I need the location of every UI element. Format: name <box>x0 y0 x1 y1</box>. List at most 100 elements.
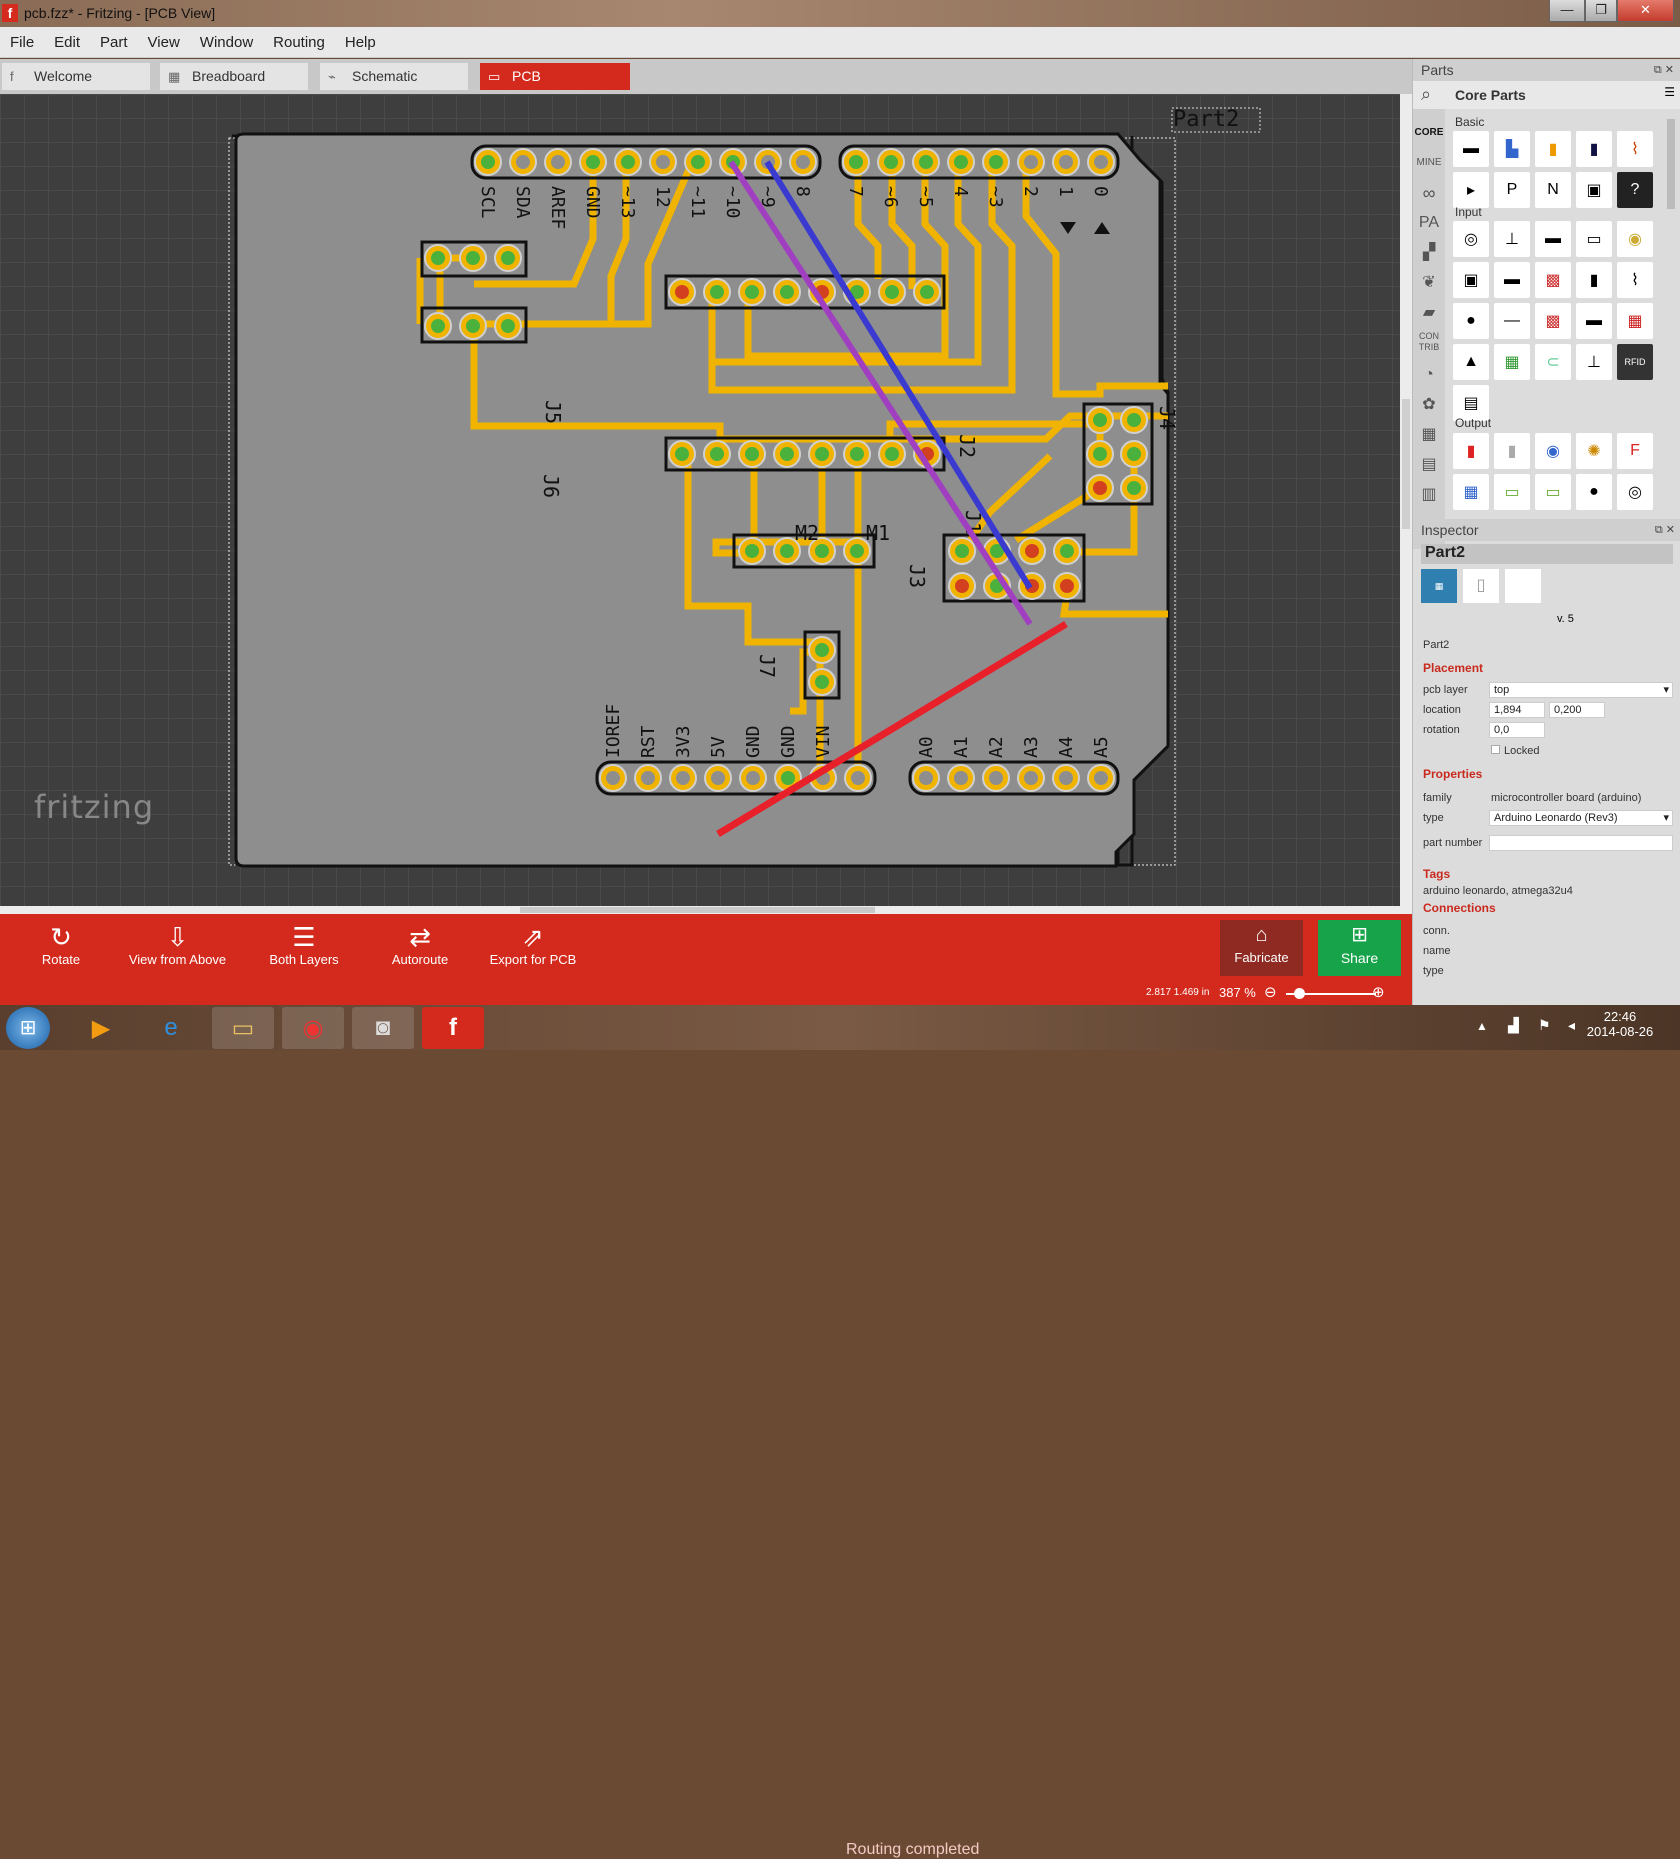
rgb-led-icon[interactable]: ◉ <box>1535 433 1571 469</box>
temp-sensor-icon[interactable]: ▲ <box>1453 344 1489 380</box>
menu-view[interactable]: View <box>138 27 190 58</box>
resistor-icon[interactable]: ▬ <box>1453 131 1489 167</box>
mosfet-icon[interactable]: ▣ <box>1576 172 1612 208</box>
tab-pcb[interactable]: ▭ PCB <box>480 63 630 90</box>
slide-pot-icon[interactable]: ▭ <box>1576 221 1612 257</box>
network-icon[interactable]: ▟ <box>1508 1017 1519 1034</box>
share-button[interactable]: ⊞ Share <box>1318 920 1401 976</box>
lcd-icon[interactable]: ▭ <box>1494 474 1530 510</box>
board-icon[interactable]: ▦ <box>1494 344 1530 380</box>
vertical-scrollbar[interactable] <box>1400 94 1412 906</box>
start-button[interactable]: ⊞ <box>6 1007 50 1049</box>
bin-tab-contrib[interactable]: CON TRIB <box>1413 331 1445 359</box>
menu-edit[interactable]: Edit <box>44 27 90 58</box>
matrix-icon[interactable]: ▦ <box>1453 474 1489 510</box>
chrome-icon[interactable]: ◉ <box>282 1007 344 1049</box>
wire-icon[interactable]: ― <box>1494 303 1530 339</box>
breakout-icon[interactable]: ▦ <box>1617 303 1653 339</box>
bin-tab-mine[interactable]: MINE <box>1413 149 1445 177</box>
rotation-field[interactable]: 0,0 <box>1489 722 1545 738</box>
capacitor-icon[interactable]: ▙ <box>1494 131 1530 167</box>
pnp-icon[interactable]: P <box>1494 172 1530 208</box>
checkbox-icon[interactable] <box>1491 745 1500 754</box>
internet-explorer-icon[interactable]: e <box>140 1007 202 1049</box>
led-icon[interactable]: ▮ <box>1453 433 1489 469</box>
part-label[interactable]: Part2 <box>1173 107 1239 132</box>
diode-icon[interactable]: ▸ <box>1453 172 1489 208</box>
menu-part[interactable]: Part <box>90 27 138 58</box>
speaker-icon[interactable]: ◎ <box>1617 474 1653 510</box>
fritzing-taskbar-icon[interactable]: f <box>422 1007 484 1049</box>
menu-help[interactable]: Help <box>335 27 386 58</box>
bin-tab-icon[interactable]: ❦ <box>1413 269 1445 297</box>
bin-tab-icon[interactable]: ▰ <box>1413 299 1445 327</box>
ir-sensor-icon[interactable]: ▬ <box>1576 303 1612 339</box>
show-hidden-icons-icon[interactable]: ▲ <box>1476 1019 1488 1033</box>
view-from-above-button[interactable]: ⇩ View from Above <box>120 922 235 967</box>
pcb-layer-select[interactable]: top ▾ <box>1489 682 1673 698</box>
bin-menu-icon[interactable]: ☰ <box>1664 85 1675 99</box>
camera-app-icon[interactable]: ◙ <box>352 1007 414 1049</box>
toggle-icon[interactable]: ▮ <box>1576 262 1612 298</box>
both-layers-button[interactable]: ☰ Both Layers <box>262 922 346 967</box>
menu-window[interactable]: Window <box>190 27 263 58</box>
flag-icon[interactable]: ⚑ <box>1538 1017 1551 1034</box>
inductor-icon[interactable]: ⌇ <box>1617 131 1653 167</box>
reed-icon[interactable]: ⊂ <box>1535 344 1571 380</box>
maximize-button[interactable]: ❐ <box>1585 0 1617 22</box>
inspector-part-name[interactable]: Part2 <box>1421 544 1673 564</box>
bin-tab-icon[interactable]: ▞ <box>1413 239 1445 267</box>
potentiometer-icon[interactable]: ◎ <box>1453 221 1489 257</box>
slider-icon[interactable]: ▬ <box>1535 221 1571 257</box>
bin-tab-pa[interactable]: PA <box>1413 209 1445 237</box>
mystery-part-icon[interactable]: ? <box>1617 172 1653 208</box>
tilt-icon[interactable]: ⌇ <box>1617 262 1653 298</box>
parts-scroll-thumb[interactable] <box>1667 119 1675 209</box>
bin-tab-core[interactable]: CORE <box>1413 119 1445 147</box>
minimize-button[interactable]: — <box>1549 0 1585 22</box>
button-icon[interactable]: ▩ <box>1535 262 1571 298</box>
close-icon[interactable]: ⧉ ✕ <box>1655 519 1675 541</box>
close-icon[interactable]: ⧉ ✕ <box>1654 59 1674 81</box>
tab-breadboard[interactable]: ▦ Breadboard <box>160 63 308 90</box>
close-button[interactable]: ✕ <box>1617 0 1674 22</box>
seven-segment-icon[interactable]: F <box>1617 433 1653 469</box>
tantalum-icon[interactable]: ▮ <box>1535 131 1571 167</box>
location-y-field[interactable]: 0,200 <box>1549 702 1605 718</box>
media-player-icon[interactable]: ▶ <box>70 1007 132 1049</box>
horizontal-scrollbar[interactable] <box>0 906 1412 914</box>
bin-tab-arduino[interactable]: ∞ <box>1413 179 1445 207</box>
lcd2-icon[interactable]: ▭ <box>1535 474 1571 510</box>
search-icon[interactable]: ⌕ <box>1421 84 1431 105</box>
buzzer-icon[interactable]: ● <box>1576 474 1612 510</box>
location-x-field[interactable]: 1,894 <box>1489 702 1545 718</box>
locked-checkbox[interactable]: Locked <box>1491 745 1539 757</box>
sensor-icon[interactable]: ▩ <box>1535 303 1571 339</box>
encoder-icon[interactable]: ▣ <box>1453 262 1489 298</box>
bin-tab-icon[interactable]: ▦ <box>1413 421 1445 449</box>
part-number-field[interactable] <box>1489 835 1673 851</box>
menu-file[interactable]: File <box>0 27 44 58</box>
neopixel-icon[interactable]: ✺ <box>1576 433 1612 469</box>
pcb-canvas[interactable]: Part2 SCL SDA AREF GND ~13 12 ~11 ~10 ~9… <box>0 94 1400 906</box>
led-white-icon[interactable]: ▮ <box>1494 433 1530 469</box>
npn-icon[interactable]: N <box>1535 172 1571 208</box>
volume-icon[interactable]: ◂ <box>1568 1017 1575 1034</box>
mic-icon[interactable]: ⊥ <box>1576 344 1612 380</box>
bin-tab-icon[interactable]: ✿ <box>1413 391 1445 419</box>
type-select[interactable]: Arduino Leonardo (Rev3) ▾ <box>1489 810 1673 826</box>
electrolytic-icon[interactable]: ▮ <box>1576 131 1612 167</box>
autoroute-button[interactable]: ⇄ Autoroute <box>380 922 460 967</box>
bin-tab-icon[interactable]: ◔ <box>1413 361 1445 389</box>
fabricate-button[interactable]: ⌂ Fabricate <box>1220 920 1303 976</box>
zoom-slider-handle[interactable] <box>1294 988 1305 999</box>
tab-schematic[interactable]: ⌁ Schematic <box>320 63 468 90</box>
tab-welcome[interactable]: f Welcome <box>2 63 150 90</box>
scroll-thumb[interactable] <box>1402 399 1410 529</box>
bin-tab-icon[interactable]: ▤ <box>1413 451 1445 479</box>
pcb-board-drawing[interactable]: Part2 SCL SDA AREF GND ~13 12 ~11 ~10 ~9… <box>0 94 1400 906</box>
file-explorer-icon[interactable]: ▭ <box>212 1007 274 1049</box>
joystick-icon[interactable]: ⊥ <box>1494 221 1530 257</box>
switch-icon[interactable]: ▬ <box>1494 262 1530 298</box>
photocell-icon[interactable]: ● <box>1453 303 1489 339</box>
